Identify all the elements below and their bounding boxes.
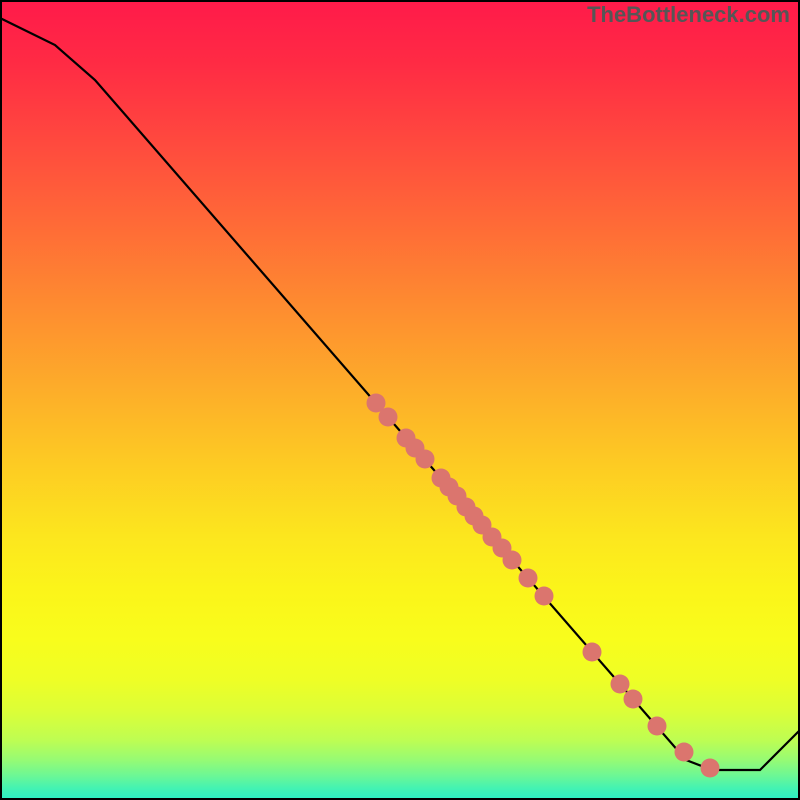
data-point: [611, 675, 630, 694]
data-point: [624, 690, 643, 709]
data-point: [583, 643, 602, 662]
chart-border: [1, 1, 799, 799]
data-point: [519, 569, 538, 588]
watermark-text: TheBottleneck.com: [587, 2, 790, 28]
data-point: [701, 759, 720, 778]
data-point: [379, 408, 398, 427]
data-point: [503, 551, 522, 570]
data-point: [675, 743, 694, 762]
plot-overlay: [0, 0, 800, 800]
data-point: [535, 587, 554, 606]
data-points: [367, 394, 720, 778]
data-point: [648, 717, 667, 736]
performance-curve: [0, 18, 800, 770]
data-point: [416, 450, 435, 469]
bottleneck-chart: TheBottleneck.com: [0, 0, 800, 800]
